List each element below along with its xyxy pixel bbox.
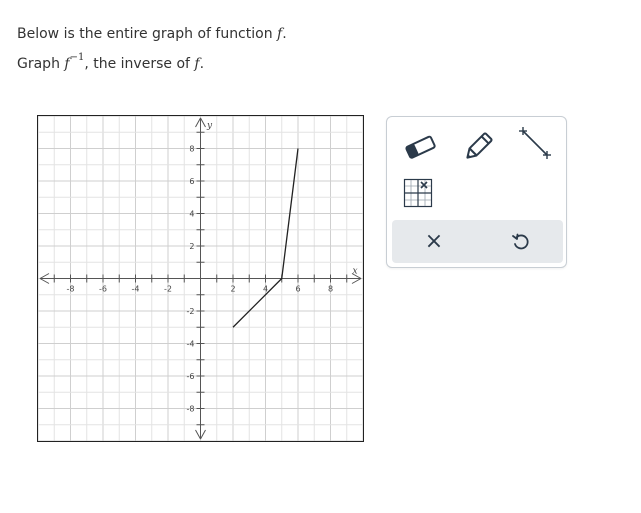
x-tick-label: -8: [67, 285, 75, 294]
x-tick-label: -6: [99, 285, 107, 294]
prompt-text: Below is the entire graph of function: [17, 26, 278, 42]
y-tick-label: 8: [189, 145, 194, 154]
prompt-line-2: Graph f−1, the inverse of f.: [17, 52, 205, 72]
coordinate-plane[interactable]: -8 -6 -4 -2 2 4 6 88642-2-4-6-8xy: [38, 116, 363, 441]
action-bar: ×: [392, 220, 563, 263]
function-name: f: [64, 56, 70, 72]
graph-canvas[interactable]: -8 -6 -4 -2 2 4 6 8 8 6 4 2 -2 -4 -6 -8 x y: [37, 115, 364, 442]
x-tick-label: -2: [164, 285, 172, 294]
eraser-icon: [405, 135, 436, 159]
prompt-line-1: Below is the entire graph of function f.: [17, 26, 287, 42]
line-segment-tool[interactable]: [517, 126, 553, 162]
inverse-superscript: −1: [69, 52, 85, 63]
period: .: [199, 56, 205, 72]
eraser-tool[interactable]: [403, 129, 439, 165]
pencil-tool[interactable]: [460, 129, 496, 165]
prompt-text: , the inverse of: [84, 56, 195, 72]
prompt-text: Graph: [17, 56, 65, 72]
graph-toolbox: ×: [386, 116, 567, 268]
x-tick-label: 8: [328, 285, 333, 294]
y-tick-label: -2: [187, 307, 195, 316]
pencil-icon: [466, 132, 493, 159]
grid-point-tool[interactable]: [400, 175, 436, 211]
y-tick-label: 6: [189, 177, 194, 186]
x-tick-label: 6: [295, 285, 300, 294]
x-axis-label: x: [352, 267, 357, 277]
y-tick-label: 2: [189, 242, 194, 251]
y-axis-label: y: [206, 121, 213, 131]
period: .: [282, 26, 287, 42]
x-tick-label: -4: [132, 285, 140, 294]
x-tick-label: 2: [230, 285, 235, 294]
y-tick-label: 4: [189, 210, 194, 219]
y-tick-label: -4: [187, 340, 195, 349]
undo-button[interactable]: [505, 226, 537, 258]
y-tick-label: -8: [187, 405, 195, 414]
grid-point-icon: [403, 178, 433, 208]
y-tick-label: -6: [187, 372, 195, 381]
clear-button[interactable]: ×: [418, 226, 450, 258]
close-icon: ×: [424, 229, 444, 254]
undo-icon: [512, 233, 529, 250]
line-segment-icon: [519, 127, 551, 159]
